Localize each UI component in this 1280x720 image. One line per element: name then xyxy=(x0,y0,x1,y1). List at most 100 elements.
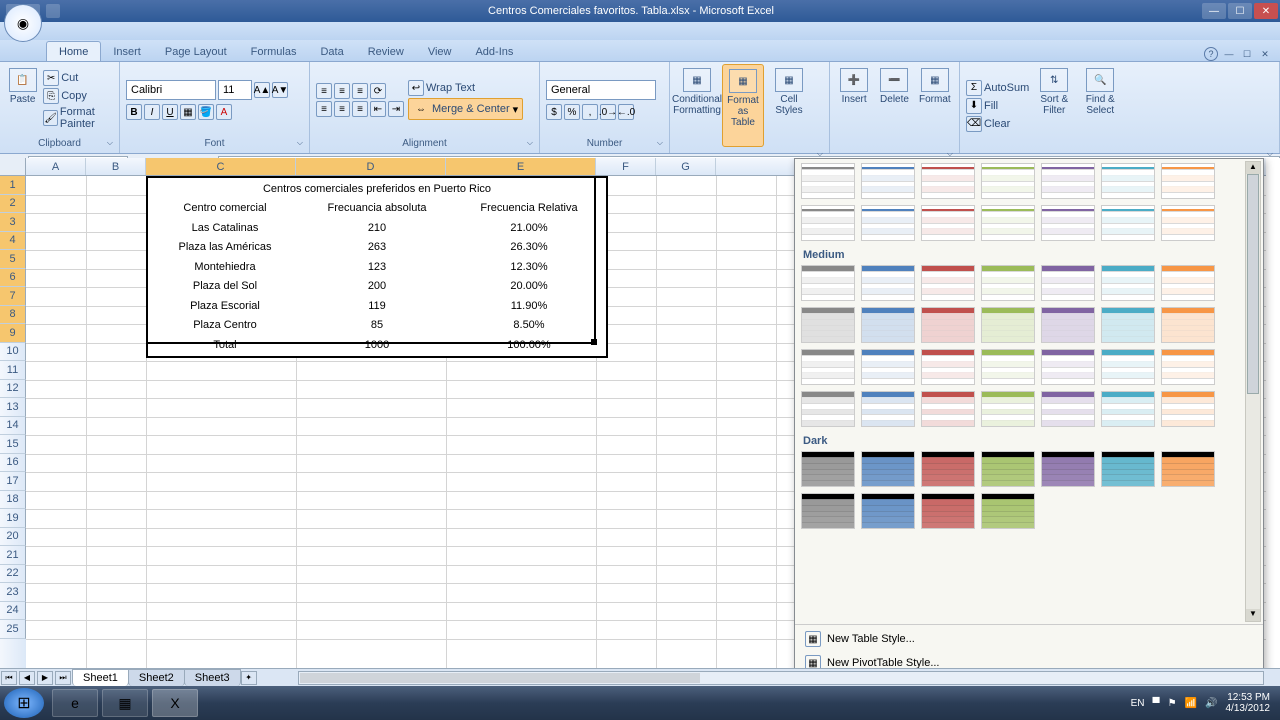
table-style-thumb[interactable] xyxy=(921,163,975,199)
table-style-thumb[interactable] xyxy=(921,307,975,343)
column-header-B[interactable]: B xyxy=(86,158,146,175)
shrink-font-icon[interactable]: A▼ xyxy=(272,82,288,98)
tab-review[interactable]: Review xyxy=(356,42,416,61)
paste-button[interactable]: 📋 Paste xyxy=(6,64,39,136)
decrease-decimal-icon[interactable]: ←.0 xyxy=(618,104,634,120)
taskbar-ie-icon[interactable]: e xyxy=(52,689,98,717)
row-header-14[interactable]: 14 xyxy=(0,417,26,436)
table-style-thumb[interactable] xyxy=(1161,265,1215,301)
table-style-thumb[interactable] xyxy=(1101,451,1155,487)
align-right-icon[interactable]: ≡ xyxy=(352,101,368,117)
table-style-thumb[interactable] xyxy=(801,349,855,385)
sheet-tab-1[interactable]: Sheet1 xyxy=(72,669,129,686)
table-style-thumb[interactable] xyxy=(921,451,975,487)
row-header-20[interactable]: 20 xyxy=(0,528,26,547)
horizontal-scrollbar[interactable] xyxy=(298,671,1264,685)
new-sheet-button[interactable]: ✦ xyxy=(241,671,257,685)
table-style-thumb[interactable] xyxy=(1041,391,1095,427)
table-style-thumb[interactable] xyxy=(861,451,915,487)
tab-formulas[interactable]: Formulas xyxy=(239,42,309,61)
row-header-1[interactable]: 1 xyxy=(0,176,26,195)
font-size-select[interactable] xyxy=(218,80,252,100)
border-button[interactable]: ▦ xyxy=(180,104,196,120)
close-button[interactable]: ✕ xyxy=(1254,3,1278,19)
fill-button[interactable]: ⬇Fill xyxy=(966,98,1029,114)
table-style-thumb[interactable] xyxy=(1041,265,1095,301)
row-header-15[interactable]: 15 xyxy=(0,435,26,454)
taskbar-app-icon[interactable]: ▦ xyxy=(102,689,148,717)
row-header-5[interactable]: 5 xyxy=(0,250,26,269)
table-style-thumb[interactable] xyxy=(981,163,1035,199)
table-style-thumb[interactable] xyxy=(861,205,915,241)
align-center-icon[interactable]: ≡ xyxy=(334,101,350,117)
italic-button[interactable]: I xyxy=(144,104,160,120)
column-header-C[interactable]: C xyxy=(146,158,296,175)
table-style-thumb[interactable] xyxy=(981,265,1035,301)
merge-center-button[interactable]: ⇔Merge & Center▾ xyxy=(408,98,523,120)
row-header-11[interactable]: 11 xyxy=(0,361,26,380)
row-header-24[interactable]: 24 xyxy=(0,602,26,621)
table-style-thumb[interactable] xyxy=(801,265,855,301)
new-pivot-style-button[interactable]: ▦New PivotTable Style... xyxy=(803,653,1255,668)
increase-indent-icon[interactable]: ⇥ xyxy=(388,101,404,117)
grow-font-icon[interactable]: A▲ xyxy=(254,82,270,98)
sheet-nav-prev[interactable]: ◀ xyxy=(19,671,35,685)
table-style-thumb[interactable] xyxy=(981,349,1035,385)
row-header-23[interactable]: 23 xyxy=(0,583,26,602)
tab-insert[interactable]: Insert xyxy=(101,42,153,61)
row-header-3[interactable]: 3 xyxy=(0,213,26,232)
tray-flag-icon[interactable]: ▀ xyxy=(1153,698,1160,709)
row-header-9[interactable]: 9 xyxy=(0,324,26,343)
table-style-thumb[interactable] xyxy=(1041,349,1095,385)
tab-page-layout[interactable]: Page Layout xyxy=(153,42,239,61)
row-header-12[interactable]: 12 xyxy=(0,380,26,399)
table-style-thumb[interactable] xyxy=(1161,391,1215,427)
row-header-17[interactable]: 17 xyxy=(0,472,26,491)
table-style-thumb[interactable] xyxy=(801,493,855,529)
column-header-A[interactable]: A xyxy=(26,158,86,175)
tab-addins[interactable]: Add-Ins xyxy=(463,42,525,61)
maximize-button[interactable]: ☐ xyxy=(1228,3,1252,19)
scroll-up-icon[interactable]: ▲ xyxy=(1246,162,1260,174)
tab-home[interactable]: Home xyxy=(46,41,101,61)
minimize-ribbon-icon[interactable]: — xyxy=(1222,47,1236,61)
row-header-18[interactable]: 18 xyxy=(0,491,26,510)
increase-decimal-icon[interactable]: .0→ xyxy=(600,104,616,120)
select-all-corner[interactable] xyxy=(0,158,26,176)
comma-icon[interactable]: , xyxy=(582,104,598,120)
row-header-25[interactable]: 25 xyxy=(0,620,26,639)
table-style-thumb[interactable] xyxy=(1041,451,1095,487)
format-painter-button[interactable]: 🖌Format Painter xyxy=(43,106,113,130)
table-style-thumb[interactable] xyxy=(801,391,855,427)
table-style-thumb[interactable] xyxy=(1161,307,1215,343)
fill-color-button[interactable]: 🪣 xyxy=(198,104,214,120)
start-button[interactable]: ⊞ xyxy=(4,688,44,718)
table-style-thumb[interactable] xyxy=(921,205,975,241)
table-style-thumb[interactable] xyxy=(1161,349,1215,385)
column-header-G[interactable]: G xyxy=(656,158,716,175)
tray-volume-icon[interactable]: 🔊 xyxy=(1205,698,1217,709)
sheet-nav-first[interactable]: ⏮ xyxy=(1,671,17,685)
tray-lang[interactable]: EN xyxy=(1131,698,1145,709)
sheet-tab-2[interactable]: Sheet2 xyxy=(128,669,185,686)
table-style-thumb[interactable] xyxy=(1101,265,1155,301)
table-style-thumb[interactable] xyxy=(1161,205,1215,241)
table-style-thumb[interactable] xyxy=(861,307,915,343)
bold-button[interactable]: B xyxy=(126,104,142,120)
row-header-16[interactable]: 16 xyxy=(0,454,26,473)
qat-redo-icon[interactable] xyxy=(46,4,60,18)
format-as-table-button[interactable]: ▦Format as Table xyxy=(722,64,764,147)
office-button[interactable]: ◉ xyxy=(4,4,42,42)
align-middle-icon[interactable]: ≡ xyxy=(334,83,350,99)
table-style-thumb[interactable] xyxy=(981,205,1035,241)
table-style-thumb[interactable] xyxy=(1101,307,1155,343)
row-header-6[interactable]: 6 xyxy=(0,269,26,288)
autosum-button[interactable]: ΣAutoSum xyxy=(966,80,1029,96)
insert-cells-button[interactable]: ➕Insert xyxy=(836,64,872,147)
sheet-tab-3[interactable]: Sheet3 xyxy=(184,669,241,686)
table-style-thumb[interactable] xyxy=(1161,451,1215,487)
table-style-thumb[interactable] xyxy=(981,493,1035,529)
column-header-F[interactable]: F xyxy=(596,158,656,175)
align-bottom-icon[interactable]: ≡ xyxy=(352,83,368,99)
currency-icon[interactable]: $ xyxy=(546,104,562,120)
